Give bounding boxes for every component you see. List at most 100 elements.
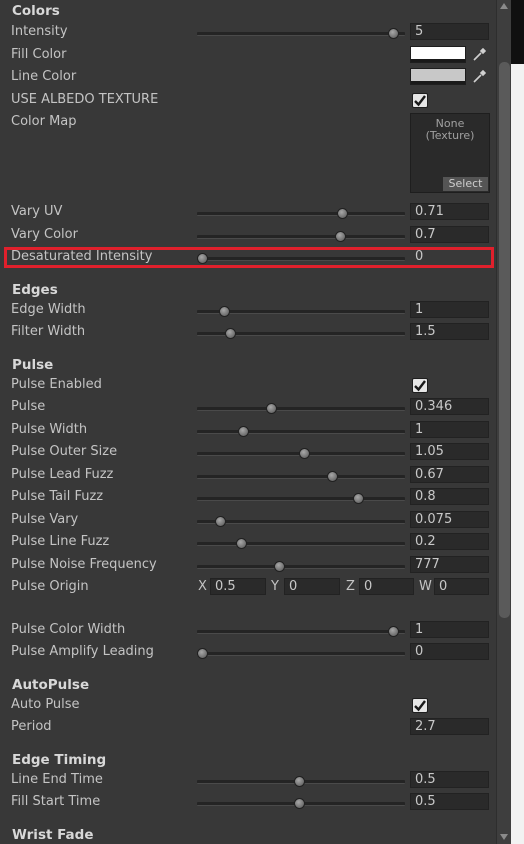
pulse-enabled-checkbox[interactable] — [412, 378, 428, 393]
pulse-origin-w-label: W — [419, 579, 432, 594]
eyedropper-icon[interactable] — [472, 70, 486, 84]
vary-color-field[interactable]: 0.7 — [410, 226, 489, 243]
section-edges: Edges — [12, 282, 58, 298]
vary-uv-field[interactable]: 0.71 — [410, 203, 489, 220]
pulse-amplify-leading-label: Pulse Amplify Leading — [11, 644, 154, 659]
color-map-label: Color Map — [11, 114, 77, 129]
pulse-width-field[interactable]: 1 — [410, 421, 489, 438]
line-end-time-slider[interactable] — [197, 776, 405, 787]
checkmark-icon — [414, 95, 426, 107]
adjacent-window-edge — [511, 0, 524, 844]
pulse-line-fuzz-field[interactable]: 0.2 — [410, 533, 489, 550]
scroll-up-icon[interactable] — [500, 3, 508, 9]
pulse-outer-size-field[interactable]: 1.05 — [410, 443, 489, 460]
fill-start-time-slider[interactable] — [197, 798, 405, 809]
pulse-lead-fuzz-slider[interactable] — [197, 471, 405, 482]
pulse-vary-label: Pulse Vary — [11, 512, 79, 527]
pulse-noise-frequency-field[interactable]: 777 — [410, 556, 489, 573]
section-autopulse: AutoPulse — [12, 677, 90, 693]
edge-width-field[interactable]: 1 — [410, 301, 489, 318]
highlight-box — [4, 247, 494, 268]
period-field[interactable]: 2.7 — [410, 718, 489, 735]
pulse-noise-frequency-slider-thumb[interactable] — [273, 561, 285, 572]
fill-start-time-label: Fill Start Time — [11, 794, 101, 809]
pulse-origin-x-field[interactable]: 0.5 — [210, 578, 266, 595]
texture-none-label: None (Texture) — [425, 117, 475, 142]
edge-width-slider-thumb[interactable] — [218, 306, 230, 317]
scroll-down-icon[interactable] — [500, 834, 508, 840]
checkmark-icon — [414, 700, 426, 712]
pulse-origin-y-label: Y — [271, 579, 279, 594]
checkmark-icon — [414, 380, 426, 392]
auto-pulse-checkbox[interactable] — [412, 698, 428, 713]
fill-start-time-slider-thumb[interactable] — [293, 798, 305, 809]
pulse-origin-z-field[interactable]: 0 — [359, 578, 414, 595]
pulse-slider[interactable] — [197, 403, 405, 414]
pulse-slider-thumb[interactable] — [265, 403, 277, 414]
use-albedo-checkbox[interactable] — [412, 93, 428, 108]
eyedropper-icon[interactable] — [472, 48, 486, 62]
pulse-vary-slider-thumb[interactable] — [214, 516, 226, 527]
pulse-tail-fuzz-slider-thumb[interactable] — [352, 493, 364, 504]
texture-select-button[interactable]: Select — [443, 177, 488, 191]
vary-color-slider[interactable] — [197, 231, 405, 242]
pulse-field[interactable]: 0.346 — [410, 398, 489, 415]
line-color-swatch[interactable] — [410, 68, 466, 85]
adjacent-window-dark-area — [511, 0, 524, 64]
pulse-amplify-leading-slider-thumb[interactable] — [197, 648, 208, 659]
filter-width-slider[interactable] — [197, 328, 405, 339]
pulse-color-width-slider[interactable] — [197, 626, 405, 637]
pulse-line-fuzz-slider[interactable] — [197, 538, 405, 549]
color-map-texture-slot[interactable]: None (Texture) Select — [410, 113, 490, 193]
intensity-slider-thumb[interactable] — [388, 28, 400, 39]
vertical-scrollbar[interactable] — [496, 0, 511, 844]
vary-uv-slider[interactable] — [197, 208, 405, 219]
pulse-color-width-label: Pulse Color Width — [11, 622, 126, 637]
pulse-outer-size-slider[interactable] — [197, 448, 405, 459]
pulse-color-width-slider-thumb[interactable] — [388, 626, 400, 637]
fill-color-label: Fill Color — [11, 47, 67, 62]
vary-uv-slider-thumb[interactable] — [336, 208, 348, 219]
pulse-color-width-field[interactable]: 1 — [410, 621, 489, 638]
pulse-origin-y-field[interactable]: 0 — [284, 578, 340, 595]
filter-width-slider-thumb[interactable] — [224, 328, 236, 339]
pulse-outer-size-label: Pulse Outer Size — [11, 444, 118, 459]
pulse-vary-slider[interactable] — [197, 516, 405, 527]
edge-width-label: Edge Width — [11, 302, 86, 317]
fill-color-swatch[interactable] — [410, 46, 466, 63]
auto-pulse-label: Auto Pulse — [11, 697, 80, 712]
filter-width-label: Filter Width — [11, 324, 86, 339]
intensity-field[interactable]: 5 — [410, 23, 489, 40]
filter-width-field[interactable]: 1.5 — [410, 323, 489, 340]
pulse-origin-w-field[interactable]: 0 — [434, 578, 489, 595]
pulse-amplify-leading-field[interactable]: 0 — [410, 643, 489, 660]
pulse-lead-fuzz-field[interactable]: 0.67 — [410, 466, 489, 483]
pulse-amplify-leading-slider[interactable] — [197, 648, 405, 659]
pulse-noise-frequency-slider[interactable] — [197, 561, 405, 572]
pulse-lead-fuzz-slider-thumb[interactable] — [327, 471, 339, 482]
pulse-width-label: Pulse Width — [11, 422, 88, 437]
use-albedo-label: USE ALBEDO TEXTURE — [11, 92, 159, 107]
line-end-time-label: Line End Time — [11, 772, 103, 787]
pulse-noise-frequency-label: Pulse Noise Frequency — [11, 557, 157, 572]
pulse-tail-fuzz-slider[interactable] — [197, 493, 405, 504]
line-color-label: Line Color — [11, 69, 77, 84]
pulse-label: Pulse — [11, 399, 46, 414]
line-end-time-field[interactable]: 0.5 — [410, 771, 489, 788]
scrollbar-thumb[interactable] — [499, 62, 510, 618]
line-end-time-slider-thumb[interactable] — [293, 776, 305, 787]
pulse-width-slider-thumb[interactable] — [238, 426, 250, 437]
vary-uv-label: Vary UV — [11, 204, 63, 219]
fill-start-time-field[interactable]: 0.5 — [410, 793, 489, 810]
period-label: Period — [11, 719, 52, 734]
section-colors: Colors — [12, 3, 60, 19]
edge-width-slider[interactable] — [197, 306, 405, 317]
pulse-line-fuzz-slider-thumb[interactable] — [236, 538, 248, 549]
pulse-outer-size-slider-thumb[interactable] — [299, 448, 311, 459]
pulse-line-fuzz-label: Pulse Line Fuzz — [11, 534, 110, 549]
pulse-tail-fuzz-field[interactable]: 0.8 — [410, 488, 489, 505]
pulse-width-slider[interactable] — [197, 426, 405, 437]
pulse-vary-field[interactable]: 0.075 — [410, 511, 489, 528]
vary-color-slider-thumb[interactable] — [334, 231, 346, 242]
intensity-slider[interactable] — [197, 28, 405, 39]
